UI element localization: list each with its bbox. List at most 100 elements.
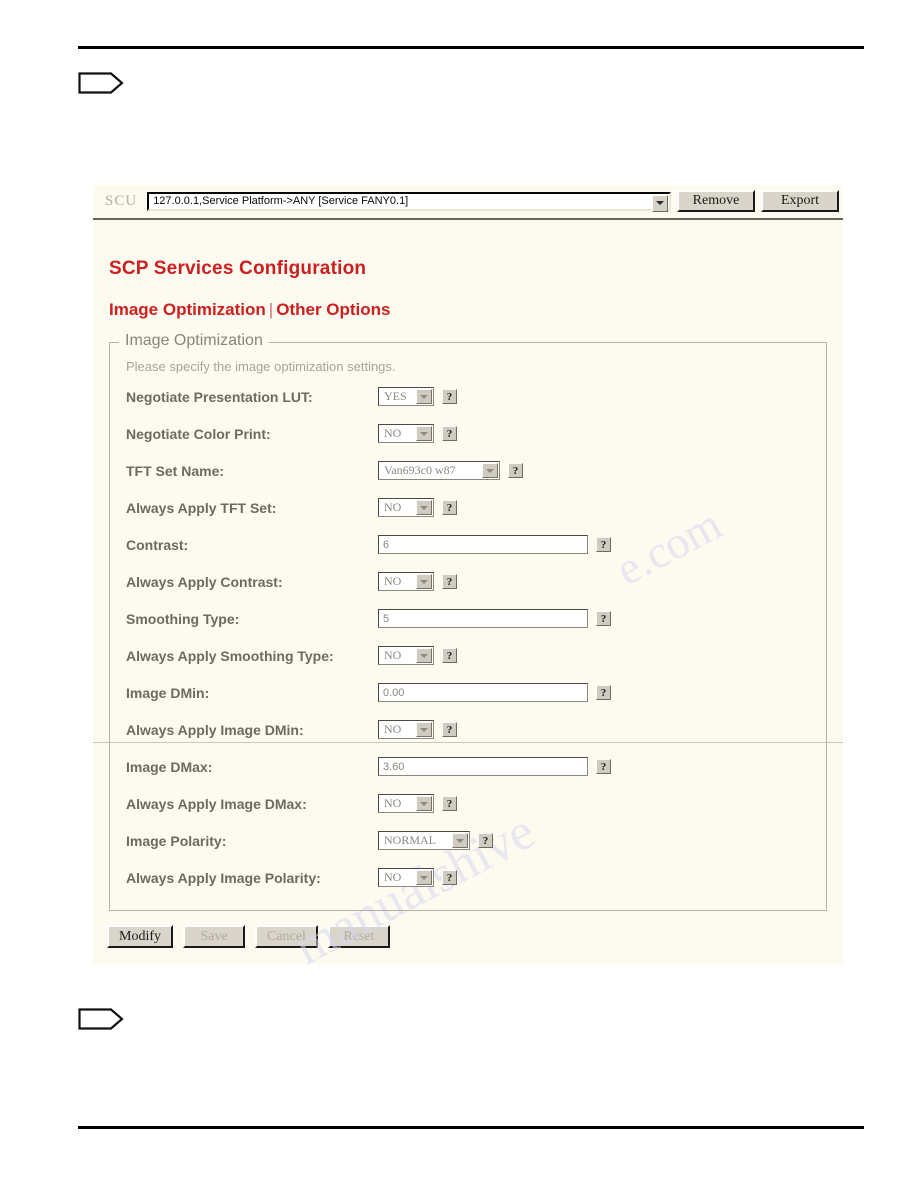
- connection-select[interactable]: 127.0.0.1,Service Platform->ANY [Service…: [147, 191, 671, 212]
- chevron-down-icon[interactable]: [416, 870, 432, 885]
- help-icon[interactable]: ?: [442, 648, 457, 663]
- page-break-divider: [93, 742, 843, 743]
- setting-label: Image DMin:: [126, 684, 210, 701]
- cancel-button: Cancel: [255, 925, 318, 948]
- help-icon[interactable]: ?: [442, 796, 457, 811]
- setting-label: Always Apply Contrast:: [126, 573, 283, 590]
- chevron-down-icon[interactable]: [452, 833, 468, 848]
- chevron-down-icon[interactable]: [482, 463, 498, 478]
- reset-button: Reset: [327, 925, 390, 948]
- setting-text-input[interactable]: 3.60: [378, 757, 588, 776]
- help-icon[interactable]: ?: [596, 537, 611, 552]
- setting-row: Always Apply Image Polarity: NO?: [120, 859, 816, 896]
- setting-control-group: 0.00?: [378, 683, 611, 702]
- help-icon[interactable]: ?: [442, 389, 457, 404]
- setting-select-value: NO: [384, 796, 402, 810]
- setting-select[interactable]: NO: [378, 720, 434, 739]
- help-icon[interactable]: ?: [478, 833, 493, 848]
- help-icon[interactable]: ?: [596, 611, 611, 626]
- setting-select-value: Van693c0 w87: [384, 463, 456, 477]
- setting-text-value: 3.60: [383, 760, 405, 773]
- setting-text-input[interactable]: 5: [378, 609, 588, 628]
- export-button[interactable]: Export: [761, 190, 839, 212]
- setting-select[interactable]: NO: [378, 646, 434, 665]
- setting-select[interactable]: YES: [378, 387, 434, 406]
- setting-row: Always Apply Image DMax: NO?: [120, 785, 816, 822]
- setting-select[interactable]: NO: [378, 498, 434, 517]
- settings-field-list: Negotiate Presentation LUT: YES? Negotiate…: [120, 378, 816, 896]
- nav-link-other-options[interactable]: Other Options: [276, 300, 390, 319]
- setting-control-group: NO?: [378, 646, 457, 665]
- setting-label: Image Polarity:: [126, 832, 227, 849]
- setting-text-value: 5: [383, 612, 390, 625]
- chevron-down-icon[interactable]: [652, 194, 668, 212]
- setting-control-group: NO?: [378, 424, 457, 443]
- help-icon[interactable]: ?: [442, 722, 457, 737]
- setting-label: Image DMax:: [126, 758, 213, 775]
- setting-row: Smoothing Type: 5?: [120, 600, 816, 637]
- help-icon[interactable]: ?: [508, 463, 523, 478]
- nav-separator: |: [268, 300, 274, 319]
- setting-text-input[interactable]: 6: [378, 535, 588, 554]
- chevron-down-icon[interactable]: [416, 648, 432, 663]
- section-arrow-marker-top: [78, 72, 124, 94]
- setting-row: Image DMin: 0.00?: [120, 674, 816, 711]
- setting-select-value: NO: [384, 500, 402, 514]
- setting-control-group: 3.60?: [378, 757, 611, 776]
- setting-select[interactable]: NO: [378, 572, 434, 591]
- setting-row: Image Polarity: NORMAL?: [120, 822, 816, 859]
- help-icon[interactable]: ?: [596, 759, 611, 774]
- help-icon[interactable]: ?: [442, 500, 457, 515]
- chevron-down-icon[interactable]: [416, 389, 432, 404]
- chevron-down-icon[interactable]: [416, 722, 432, 737]
- scp-configuration-window: SCU 127.0.0.1,Service Platform->ANY [Ser…: [93, 185, 843, 976]
- setting-text-input[interactable]: 0.00: [378, 683, 588, 702]
- setting-control-group: NO?: [378, 794, 457, 813]
- setting-control-group: YES?: [378, 387, 457, 406]
- setting-label: TFT Set Name:: [126, 462, 225, 479]
- setting-select[interactable]: Van693c0 w87: [378, 461, 500, 480]
- setting-select[interactable]: NO: [378, 424, 434, 443]
- chevron-down-icon[interactable]: [416, 500, 432, 515]
- page-title: SCP Services Configuration: [109, 258, 367, 279]
- configuration-content: e.com manualshive SCP Services Configura…: [93, 220, 843, 976]
- chevron-down-icon[interactable]: [416, 796, 432, 811]
- fieldset-legend: Image Optimization: [119, 332, 269, 350]
- chevron-down-icon[interactable]: [416, 426, 432, 441]
- sub-navigation: Image Optimization | Other Options: [109, 300, 843, 320]
- page-top-rule: [78, 46, 864, 49]
- setting-label: Always Apply TFT Set:: [126, 499, 277, 516]
- nav-link-image-optimization[interactable]: Image Optimization: [109, 300, 266, 319]
- setting-control-group: NORMAL?: [378, 831, 493, 850]
- help-icon[interactable]: ?: [442, 426, 457, 441]
- setting-control-group: NO?: [378, 572, 457, 591]
- setting-label: Negotiate Presentation LUT:: [126, 388, 313, 405]
- setting-row: Always Apply Smoothing Type: NO?: [120, 637, 816, 674]
- setting-row: Always Apply Contrast: NO?: [120, 563, 816, 600]
- setting-select[interactable]: NO: [378, 794, 434, 813]
- setting-row: Negotiate Presentation LUT: YES?: [120, 378, 816, 415]
- setting-control-group: 6?: [378, 535, 611, 554]
- setting-control-group: NO?: [378, 498, 457, 517]
- setting-control-group: NO?: [378, 868, 457, 887]
- chevron-down-icon[interactable]: [416, 574, 432, 589]
- modify-button[interactable]: Modify: [107, 925, 173, 948]
- setting-row: Always Apply TFT Set: NO?: [120, 489, 816, 526]
- remove-button[interactable]: Remove: [677, 190, 755, 212]
- setting-row: Contrast: 6?: [120, 526, 816, 563]
- document-page: SCU 127.0.0.1,Service Platform->ANY [Ser…: [0, 0, 918, 1188]
- setting-select[interactable]: NORMAL: [378, 831, 470, 850]
- help-icon[interactable]: ?: [442, 574, 457, 589]
- setting-label: Negotiate Color Print:: [126, 425, 271, 442]
- help-icon[interactable]: ?: [442, 870, 457, 885]
- setting-select-value: NO: [384, 426, 402, 440]
- help-icon[interactable]: ?: [596, 685, 611, 700]
- form-action-bar: Modify Save Cancel Reset: [93, 911, 843, 964]
- setting-row: Negotiate Color Print: NO?: [120, 415, 816, 452]
- setting-select-value: NORMAL: [384, 833, 437, 847]
- setting-label: Contrast:: [126, 536, 189, 553]
- setting-select[interactable]: NO: [378, 868, 434, 887]
- setting-select-value: NO: [384, 574, 402, 588]
- connection-select-value: 127.0.0.1,Service Platform->ANY [Service…: [153, 195, 409, 207]
- setting-control-group: NO?: [378, 720, 457, 739]
